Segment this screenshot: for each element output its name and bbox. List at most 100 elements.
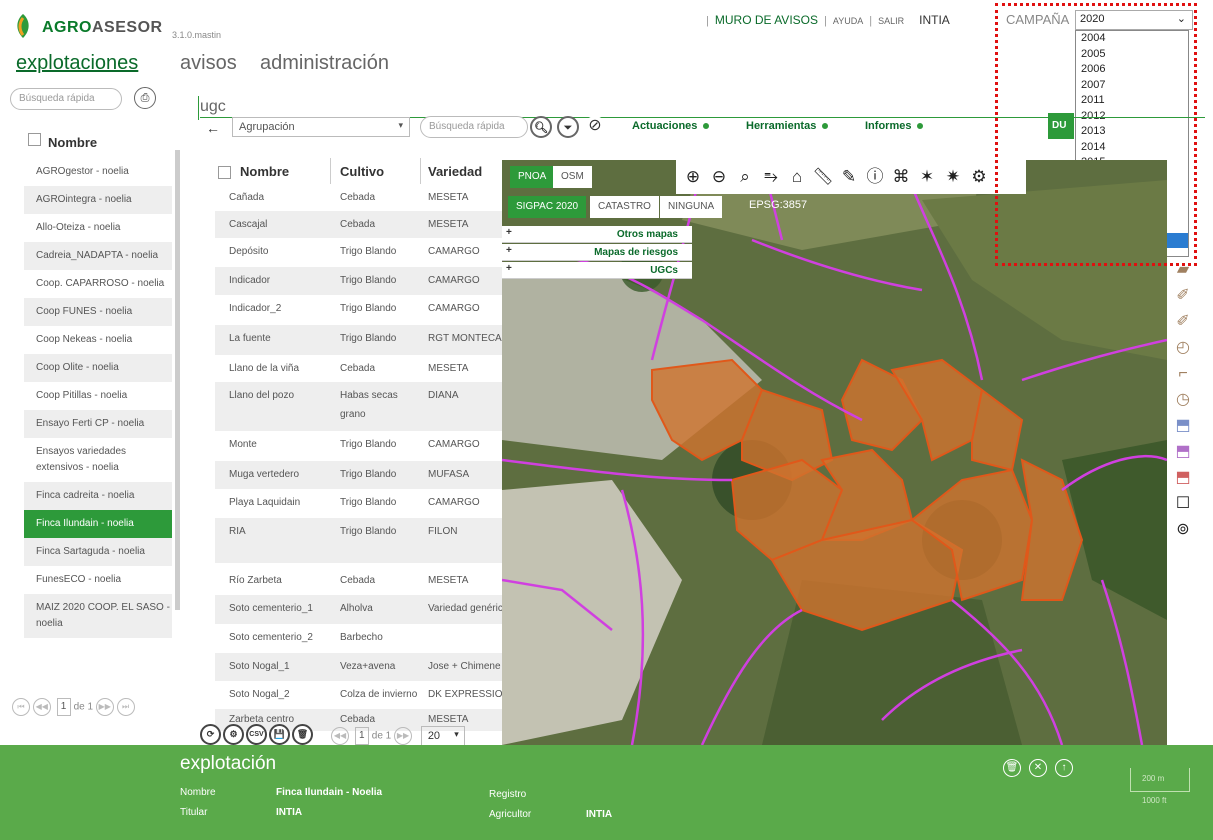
- ayuda-link[interactable]: AYUDA: [833, 16, 863, 26]
- next-page-icon[interactable]: ▶▶: [95, 698, 114, 716]
- map-base-osm[interactable]: OSM: [553, 166, 592, 188]
- delete-icon[interactable]: 🗑︎: [1003, 759, 1021, 777]
- table-row[interactable]: Soto cementerio_2 Barbecho: [215, 624, 502, 653]
- table-row[interactable]: Depósito Trigo Blando CAMARGO: [215, 238, 502, 267]
- satellite-icon[interactable]: ✶: [914, 164, 940, 190]
- nav-avisos[interactable]: avisos: [180, 52, 237, 75]
- list-item[interactable]: FunesECO - noelia: [24, 566, 172, 594]
- list-item[interactable]: Finca Sartaguda - noelia: [24, 538, 172, 566]
- binoculars-icon[interactable]: ⌘: [888, 164, 914, 190]
- list-item[interactable]: Allo-Oteiza - noelia: [24, 214, 172, 242]
- table-row[interactable]: Río Zarbeta Cebada MESETA: [215, 563, 502, 595]
- draw-polygon-icon[interactable]: ⌂: [784, 164, 810, 190]
- timer-icon[interactable]: ◷: [1168, 388, 1198, 412]
- table-row[interactable]: Soto Nogal_1 Veza+avena Jose + Chimene: [215, 653, 502, 681]
- page-input[interactable]: 1: [354, 727, 369, 745]
- globe-icon[interactable]: ⊚: [1168, 518, 1198, 542]
- table-row[interactable]: Indicador_2 Trigo Blando CAMARGO: [215, 295, 502, 325]
- table-row[interactable]: Playa Laquidain Trigo Blando CAMARGO: [215, 489, 502, 518]
- list-item[interactable]: MAIZ 2020 COOP. EL SASO - noelia: [24, 594, 172, 638]
- search-icon[interactable]: 🔍︎: [530, 116, 552, 138]
- list-item-selected[interactable]: Finca Ilundain - noelia: [24, 510, 172, 538]
- info-icon[interactable]: ⓘ: [862, 164, 888, 190]
- compass-icon[interactable]: ◴: [1168, 336, 1198, 360]
- herramientas-link[interactable]: Herramientas: [746, 120, 829, 132]
- salir-link[interactable]: SALIR: [878, 16, 904, 26]
- nav-explotaciones[interactable]: explotaciones: [16, 52, 138, 75]
- informes-link[interactable]: Informes: [865, 120, 924, 132]
- csv-export-icon[interactable]: CSV: [246, 724, 267, 745]
- list-item[interactable]: Coop FUNES - noelia: [24, 298, 172, 326]
- prev-page-icon[interactable]: ◀◀: [32, 698, 51, 716]
- table-row[interactable]: Soto Nogal_2 Colza de invierno DK EXPRESSI…: [215, 681, 502, 709]
- prev-page-icon[interactable]: ◀◀: [331, 727, 349, 745]
- edit-icon[interactable]: ✎: [836, 164, 862, 190]
- table-row[interactable]: Muga vertedero Trigo Blando MUFASA: [215, 461, 502, 489]
- list-item[interactable]: AGROintegra - noelia: [24, 186, 172, 214]
- back-arrow-icon[interactable]: ←: [206, 120, 220, 136]
- sidebar-header-nombre[interactable]: Nombre: [48, 135, 97, 150]
- list-item[interactable]: Coop Olite - noelia: [24, 354, 172, 382]
- map-base-pnoa[interactable]: PNOA: [510, 166, 555, 188]
- select-all-checkbox[interactable]: [28, 133, 41, 146]
- delete-icon[interactable]: 🗑: [292, 724, 313, 745]
- list-item[interactable]: Finca cadreita - noelia: [24, 482, 172, 510]
- draw-line-icon[interactable]: ⥱: [758, 164, 784, 190]
- map-overlay-ninguna[interactable]: NINGUNA: [660, 196, 723, 218]
- settings-icon[interactable]: ⚙: [223, 724, 244, 745]
- column-header-nombre[interactable]: Nombre: [240, 164, 289, 179]
- select-3-icon[interactable]: ⬒: [1168, 466, 1198, 490]
- close-icon[interactable]: ✕: [1029, 759, 1047, 777]
- list-item[interactable]: Ensayo Ferti CP - noelia: [24, 410, 172, 438]
- table-select-all-checkbox[interactable]: [218, 166, 231, 179]
- nav-administracion[interactable]: administración: [260, 52, 389, 75]
- layer-icon[interactable]: ⌐: [1168, 362, 1198, 386]
- list-item[interactable]: Cadreia_NADAPTA - noelia: [24, 242, 172, 270]
- list-item[interactable]: AGROgestor - noelia: [24, 158, 172, 186]
- select-2-icon[interactable]: ⬒: [1168, 440, 1198, 464]
- table-row[interactable]: RIA Trigo Blando FILON: [215, 518, 502, 563]
- clear-filter-icon[interactable]: ⊘: [584, 116, 606, 138]
- table-row[interactable]: Soto cementerio_1 Alholva Variedad genéric…: [215, 595, 502, 624]
- table-row[interactable]: Cañada Cebada MESETA: [215, 184, 502, 211]
- sidebar-export-icon[interactable]: ⎙: [134, 87, 156, 109]
- list-item[interactable]: Ensayos variedades extensivos - noelia: [24, 438, 172, 482]
- last-page-icon[interactable]: ⏭: [116, 698, 135, 716]
- agrupacion-select[interactable]: Agrupación ▾: [232, 117, 410, 137]
- sidebar-search-input[interactable]: Búsqueda rápida: [10, 88, 122, 110]
- select-icon[interactable]: ⬒: [1168, 414, 1198, 438]
- edit-map-icon[interactable]: ✐: [1168, 284, 1198, 308]
- table-row[interactable]: La fuenteTrigo BlandoRGT MONTECARLO: [215, 325, 502, 355]
- drone-icon[interactable]: ⚙: [966, 164, 992, 190]
- table-row[interactable]: Monte Trigo Blando CAMARGO: [215, 431, 502, 461]
- muro-avisos-link[interactable]: MURO DE AVISOS: [715, 13, 818, 27]
- next-page-icon[interactable]: ▶▶: [394, 727, 413, 745]
- layer-mapas-riesgos[interactable]: + Mapas de riesgos: [502, 244, 692, 261]
- save-icon[interactable]: 💾: [269, 724, 290, 745]
- page-input[interactable]: 1: [56, 698, 71, 716]
- zoom-in-icon[interactable]: ⊕: [680, 164, 706, 190]
- zoom-out-icon[interactable]: ⊖: [706, 164, 732, 190]
- edit-map-2-icon[interactable]: ✐: [1168, 310, 1198, 334]
- list-item[interactable]: Coop Pitillas - noelia: [24, 382, 172, 410]
- actuaciones-link[interactable]: Actuaciones: [632, 120, 710, 132]
- measure-icon[interactable]: 📏︎: [810, 164, 836, 190]
- column-header-variedad[interactable]: Variedad: [428, 164, 482, 179]
- refresh-icon[interactable]: ⟳: [200, 724, 221, 745]
- table-row[interactable]: Cascajal Cebada MESETA: [215, 211, 502, 238]
- map-overlay-sigpac[interactable]: SIGPAC 2020: [508, 196, 587, 218]
- zoom-extent-icon[interactable]: ⌕: [732, 164, 758, 190]
- table-row[interactable]: Llano de la viña Cebada MESETA: [215, 355, 502, 382]
- layer-otros-mapas[interactable]: + Otros mapas: [502, 226, 692, 243]
- list-item[interactable]: Coop. CAPARROSO - noelia: [24, 270, 172, 298]
- ugc-search-input[interactable]: Búsqueda rápida: [420, 116, 528, 138]
- sidebar-scrollbar[interactable]: [175, 150, 180, 610]
- column-header-cultivo[interactable]: Cultivo: [340, 164, 384, 179]
- first-page-icon[interactable]: ⏮: [12, 698, 30, 716]
- page-size-select[interactable]: 20 ▾: [420, 726, 465, 746]
- arrow-up-icon[interactable]: ↑: [1055, 759, 1073, 777]
- square-icon[interactable]: ☐: [1168, 492, 1198, 516]
- filter-icon[interactable]: ⏷: [557, 116, 579, 138]
- table-row[interactable]: Indicador Trigo Blando CAMARGO: [215, 267, 502, 295]
- satellite-info-icon[interactable]: ✷: [940, 164, 966, 190]
